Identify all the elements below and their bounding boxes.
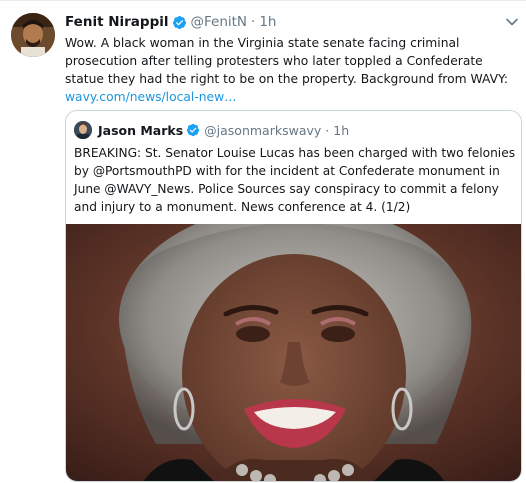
separator-dot: · xyxy=(325,122,330,138)
tweet-header: Fenit Nirappil @FenitN · 1h xyxy=(65,12,276,32)
tweet-body: Wow. A black woman in the Virginia state… xyxy=(65,36,509,86)
chevron-down-icon[interactable] xyxy=(505,14,519,28)
tweet-timestamp[interactable]: 1h xyxy=(259,14,276,30)
quoted-tweet-header: Jason Marks @jasonmarkswavy · 1h xyxy=(74,121,349,139)
quoted-author-avatar[interactable] xyxy=(74,121,92,139)
verified-badge-icon xyxy=(172,15,187,30)
article-link[interactable]: wavy.com/news/local-new… xyxy=(65,90,236,104)
tweet[interactable]: Fenit Nirappil @FenitN · 1h Wow. A black… xyxy=(0,0,526,483)
quoted-tweet[interactable]: Jason Marks @jasonmarkswavy · 1h BREAKIN… xyxy=(65,110,522,482)
quoted-tweet-text: BREAKING: St. Senator Louise Lucas has b… xyxy=(74,146,516,214)
separator-dot: · xyxy=(251,14,256,30)
author-name[interactable]: Fenit Nirappil xyxy=(65,14,169,30)
author-avatar[interactable] xyxy=(11,13,55,57)
quoted-timestamp[interactable]: 1h xyxy=(333,123,349,138)
verified-badge-icon xyxy=(186,123,200,137)
quoted-author-handle[interactable]: @jasonmarkswavy xyxy=(204,123,321,138)
tweet-text: Wow. A black woman in the Virginia state… xyxy=(65,34,517,106)
quoted-tweet-photo[interactable] xyxy=(66,224,521,481)
author-handle[interactable]: @FenitN xyxy=(191,14,248,30)
quoted-author-name[interactable]: Jason Marks xyxy=(98,123,183,138)
